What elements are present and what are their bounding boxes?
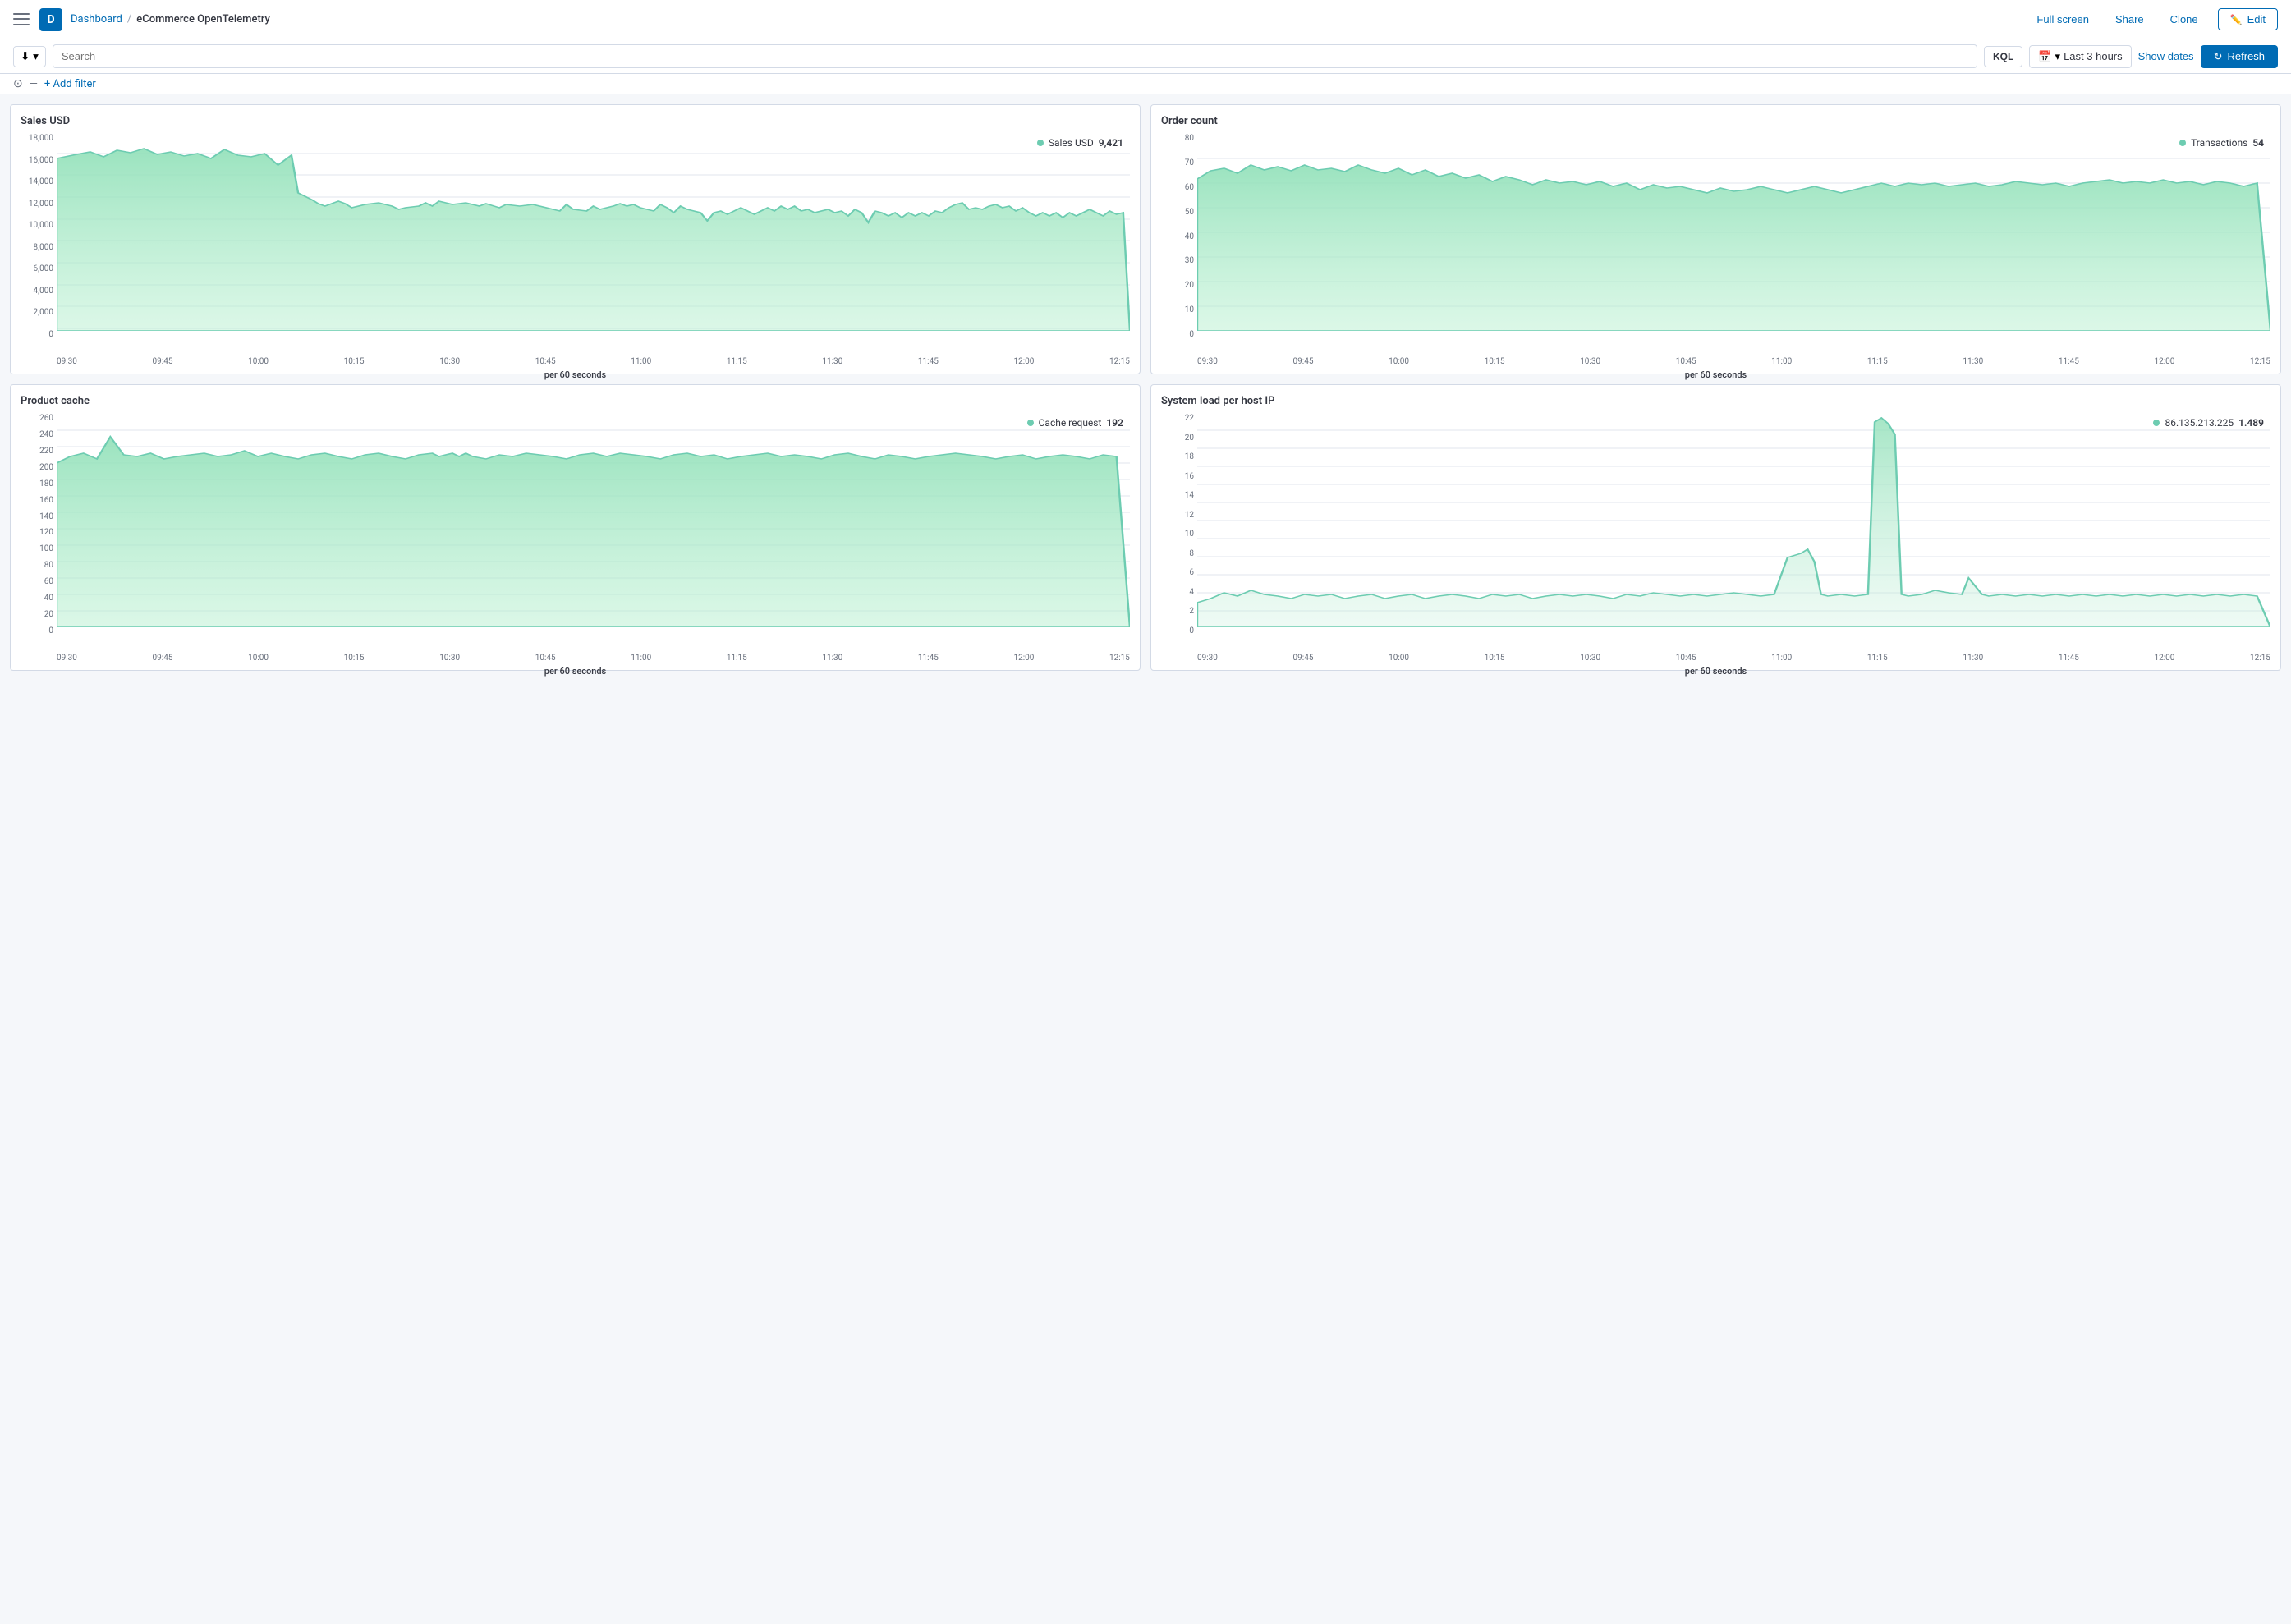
product-cache-chart-inner: [57, 414, 1130, 627]
order-count-title: Order count: [1161, 115, 2270, 127]
order-count-x-label: per 60 seconds: [1161, 369, 2270, 380]
product-cache-panel: Product cache Cache request 192 26024022…: [10, 384, 1141, 671]
product-cache-x-axis: 09:3009:4510:0010:1510:3010:4511:0011:15…: [57, 652, 1130, 664]
breadcrumb: Dashboard / eCommerce OpenTelemetry: [71, 13, 2030, 25]
system-load-chart-inner: [1197, 414, 2270, 627]
add-filter-button[interactable]: + Add filter: [44, 78, 96, 90]
hamburger-menu[interactable]: [13, 11, 30, 28]
breadcrumb-separator: /: [127, 13, 131, 25]
share-button[interactable]: Share: [2109, 10, 2151, 29]
kql-button[interactable]: KQL: [1984, 46, 2022, 67]
product-cache-svg: [57, 414, 1130, 627]
filter-icon: ⊙: [13, 77, 23, 90]
breadcrumb-current: eCommerce OpenTelemetry: [136, 13, 270, 25]
dashboard-grid: Sales USD Sales USD 9,421 18,00016,00014…: [0, 94, 2291, 681]
product-cache-y-axis: 260240220200180160140120100806040200: [21, 414, 57, 635]
sales-usd-title: Sales USD: [21, 115, 1130, 127]
top-navigation: D Dashboard / eCommerce OpenTelemetry Fu…: [0, 0, 2291, 39]
sales-usd-panel: Sales USD Sales USD 9,421 18,00016,00014…: [10, 104, 1141, 374]
time-label: Last 3 hours: [2064, 50, 2123, 62]
sales-usd-x-axis: 09:3009:4510:0010:1510:3010:4511:0011:15…: [57, 356, 1130, 368]
add-filter-bar: ⊙ — + Add filter: [0, 74, 2291, 94]
chevron-down-icon: ▾: [2055, 50, 2061, 63]
refresh-icon: ↻: [2214, 50, 2223, 63]
system-load-x-axis: 09:3009:4510:0010:1510:3010:4511:0011:15…: [1197, 652, 2270, 664]
refresh-button[interactable]: ↻ Refresh: [2201, 45, 2278, 68]
system-load-chart-wrapper: 86.135.213.225 1.489 2220181614121086420: [1161, 414, 2270, 660]
calendar-icon: 📅: [2038, 50, 2051, 63]
product-cache-x-label: per 60 seconds: [21, 666, 1130, 677]
product-cache-chart-wrapper: Cache request 192 2602402202001801601401…: [21, 414, 1130, 660]
order-count-x-axis: 09:3009:4510:0010:1510:3010:4511:0011:15…: [1197, 356, 2270, 368]
edit-button[interactable]: ✏️ Edit: [2218, 8, 2278, 30]
order-count-panel: Order count Transactions 54 807060504030…: [1150, 104, 2281, 374]
app-icon: D: [39, 8, 62, 31]
sales-usd-svg: [57, 134, 1130, 331]
system-load-panel: System load per host IP 86.135.213.225 1…: [1150, 384, 2281, 671]
system-load-x-label: per 60 seconds: [1161, 666, 2270, 677]
order-count-svg: [1197, 134, 2270, 331]
search-input-wrap: [53, 44, 1977, 68]
system-load-svg: [1197, 414, 2270, 627]
system-load-y-axis: 2220181614121086420: [1161, 414, 1197, 635]
pencil-icon: ✏️: [2230, 14, 2243, 25]
filter-bar: ⬇ ▾ KQL 📅 ▾ Last 3 hours Show dates ↻ Re…: [0, 39, 2291, 74]
order-count-chart-inner: [1197, 134, 2270, 331]
breadcrumb-parent[interactable]: Dashboard: [71, 13, 122, 25]
order-count-y-axis: 80706050403020100: [1161, 134, 1197, 339]
nav-actions: Full screen Share Clone ✏️ Edit: [2030, 8, 2278, 30]
time-picker-button[interactable]: 📅 ▾ Last 3 hours: [2029, 45, 2131, 68]
clone-button[interactable]: Clone: [2164, 10, 2205, 29]
chevron-down-icon: ▾: [33, 50, 39, 63]
save-query-button[interactable]: ⬇ ▾: [13, 46, 46, 67]
filter-dash: —: [30, 78, 38, 90]
sales-usd-y-axis: 18,00016,00014,00012,00010,0008,0006,000…: [21, 134, 57, 339]
sales-usd-chart-inner: [57, 134, 1130, 331]
fullscreen-button[interactable]: Full screen: [2030, 10, 2096, 29]
sales-usd-x-label: per 60 seconds: [21, 369, 1130, 380]
sales-usd-chart-wrapper: Sales USD 9,421 18,00016,00014,00012,000…: [21, 134, 1130, 364]
product-cache-title: Product cache: [21, 395, 1130, 407]
system-load-title: System load per host IP: [1161, 395, 2270, 407]
show-dates-button[interactable]: Show dates: [2138, 50, 2194, 62]
search-input[interactable]: [53, 44, 1977, 68]
save-icon: ⬇: [21, 50, 30, 63]
filter-bar-left: ⬇ ▾ KQL: [13, 44, 2022, 68]
order-count-chart-wrapper: Transactions 54 80706050403020100: [1161, 134, 2270, 364]
